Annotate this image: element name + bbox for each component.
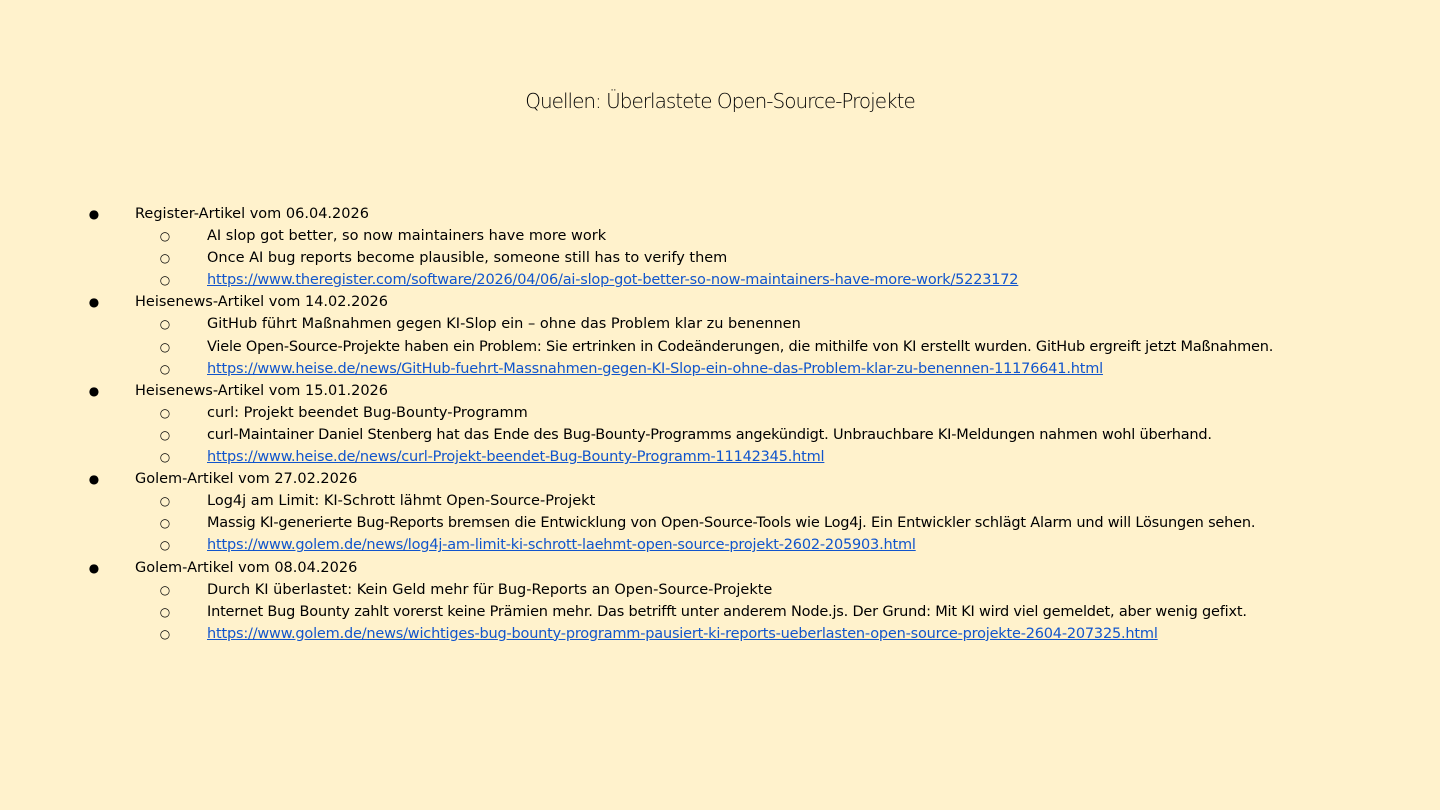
source-summary-row: ○ curl-Maintainer Daniel Stenberg hat da… bbox=[0, 424, 1440, 446]
source-summary-row: ○ Massig KI-generierte Bug-Reports brems… bbox=[0, 512, 1440, 534]
hollow-bullet-icon: ○ bbox=[159, 339, 171, 354]
source-headline: GitHub führt Maßnahmen gegen KI-Slop ein… bbox=[207, 316, 801, 333]
source-heading: Heisenews-Artikel vom 15.01.2026 bbox=[135, 382, 389, 399]
source-headline: AI slop got better, so now maintainers h… bbox=[207, 228, 607, 245]
source-link-row: ○ https://www.theregister.com/software/2… bbox=[0, 269, 1440, 291]
source-details: ○ AI slop got better, so now maintainers… bbox=[0, 225, 1440, 291]
hollow-bullet-icon: ○ bbox=[159, 427, 171, 442]
source-heading-row: ● Heisenews-Artikel vom 15.01.2026 bbox=[0, 380, 1440, 402]
hollow-bullet-icon: ○ bbox=[159, 516, 171, 531]
source-summary: Once AI bug reports become plausible, so… bbox=[207, 250, 728, 267]
source-item: ● Golem-Artikel vom 08.04.2026 ○ Durch K… bbox=[0, 557, 1440, 645]
source-heading: Golem-Artikel vom 27.02.2026 bbox=[135, 471, 358, 488]
filled-bullet-icon: ● bbox=[88, 295, 100, 310]
hollow-bullet-icon: ○ bbox=[159, 626, 171, 641]
source-heading-row: ● Register-Artikel vom 06.04.2026 bbox=[0, 203, 1440, 225]
source-item: ● Register-Artikel vom 06.04.2026 ○ AI s… bbox=[0, 203, 1440, 291]
hollow-bullet-icon: ○ bbox=[159, 604, 171, 619]
source-heading-row: ● Golem-Artikel vom 08.04.2026 bbox=[0, 557, 1440, 579]
source-headline: Log4j am Limit: KI-Schrott lähmt Open-So… bbox=[207, 493, 596, 510]
source-link[interactable]: https://www.heise.de/news/GitHub-fuehrt-… bbox=[207, 358, 1103, 380]
source-link[interactable]: https://www.golem.de/news/log4j-am-limit… bbox=[207, 534, 916, 556]
source-link-row: ○ https://www.heise.de/news/GitHub-fuehr… bbox=[0, 358, 1440, 380]
source-headline-row: ○ Durch KI überlastet: Kein Geld mehr fü… bbox=[0, 579, 1440, 601]
source-headline-row: ○ AI slop got better, so now maintainers… bbox=[0, 225, 1440, 247]
source-details: ○ GitHub führt Maßnahmen gegen KI-Slop e… bbox=[0, 313, 1440, 379]
filled-bullet-icon: ● bbox=[88, 560, 100, 575]
source-link[interactable]: https://www.golem.de/news/wichtiges-bug-… bbox=[207, 623, 1158, 645]
hollow-bullet-icon: ○ bbox=[159, 582, 171, 597]
source-headline: curl: Projekt beendet Bug-Bounty-Program… bbox=[207, 404, 528, 421]
source-headline: Durch KI überlastet: Kein Geld mehr für … bbox=[207, 581, 773, 598]
source-link-row: ○ https://www.heise.de/news/curl-Projekt… bbox=[0, 446, 1440, 468]
source-summary-row: ○ Internet Bug Bounty zahlt vorerst kein… bbox=[0, 601, 1440, 623]
source-summary-row: ○ Once AI bug reports become plausible, … bbox=[0, 247, 1440, 269]
source-heading-row: ● Heisenews-Artikel vom 14.02.2026 bbox=[0, 291, 1440, 313]
hollow-bullet-icon: ○ bbox=[159, 229, 171, 244]
source-summary: curl-Maintainer Daniel Stenberg hat das … bbox=[207, 426, 1212, 443]
source-heading: Register-Artikel vom 06.04.2026 bbox=[135, 206, 369, 222]
source-link-row: ○ https://www.golem.de/news/wichtiges-bu… bbox=[0, 623, 1440, 645]
source-headline-row: ○ GitHub führt Maßnahmen gegen KI-Slop e… bbox=[0, 313, 1440, 335]
filled-bullet-icon: ● bbox=[88, 207, 100, 221]
filled-bullet-icon: ● bbox=[88, 472, 100, 487]
source-summary-row: ○ Viele Open-Source-Projekte haben ein P… bbox=[0, 336, 1440, 358]
hollow-bullet-icon: ○ bbox=[159, 317, 171, 332]
hollow-bullet-icon: ○ bbox=[159, 450, 171, 465]
source-details: ○ curl: Projekt beendet Bug-Bounty-Progr… bbox=[0, 402, 1440, 468]
source-details: ○ Durch KI überlastet: Kein Geld mehr fü… bbox=[0, 579, 1440, 645]
source-heading: Heisenews-Artikel vom 14.02.2026 bbox=[135, 294, 389, 311]
source-item: ● Heisenews-Artikel vom 15.01.2026 ○ cur… bbox=[0, 380, 1440, 468]
filled-bullet-icon: ● bbox=[88, 383, 100, 398]
slide-title: Quellen: Überlastete Open-Source-Projekt… bbox=[525, 89, 916, 113]
source-summary: Viele Open-Source-Projekte haben ein Pro… bbox=[207, 338, 1274, 355]
source-heading: Golem-Artikel vom 08.04.2026 bbox=[135, 559, 358, 576]
hollow-bullet-icon: ○ bbox=[159, 538, 171, 553]
hollow-bullet-icon: ○ bbox=[159, 494, 171, 509]
source-headline-row: ○ Log4j am Limit: KI-Schrott lähmt Open-… bbox=[0, 490, 1440, 512]
source-summary: Massig KI-generierte Bug-Reports bremsen… bbox=[207, 515, 1256, 532]
hollow-bullet-icon: ○ bbox=[159, 361, 171, 376]
source-heading-row: ● Golem-Artikel vom 27.02.2026 bbox=[0, 468, 1440, 490]
source-item: ● Golem-Artikel vom 27.02.2026 ○ Log4j a… bbox=[0, 468, 1440, 556]
source-link[interactable]: https://www.theregister.com/software/202… bbox=[207, 269, 1019, 291]
hollow-bullet-icon: ○ bbox=[159, 273, 171, 288]
source-link-row: ○ https://www.golem.de/news/log4j-am-lim… bbox=[0, 534, 1440, 556]
source-summary: Internet Bug Bounty zahlt vorerst keine … bbox=[207, 603, 1247, 620]
source-details: ○ Log4j am Limit: KI-Schrott lähmt Open-… bbox=[0, 490, 1440, 556]
source-headline-row: ○ curl: Projekt beendet Bug-Bounty-Progr… bbox=[0, 402, 1440, 424]
hollow-bullet-icon: ○ bbox=[159, 405, 171, 420]
source-list: ● Register-Artikel vom 06.04.2026 ○ AI s… bbox=[0, 203, 1440, 645]
source-item: ● Heisenews-Artikel vom 14.02.2026 ○ Git… bbox=[0, 291, 1440, 379]
slide: Quellen: Überlastete Open-Source-Projekt… bbox=[0, 0, 1440, 810]
source-link[interactable]: https://www.heise.de/news/curl-Projekt-b… bbox=[207, 446, 825, 468]
hollow-bullet-icon: ○ bbox=[159, 251, 171, 266]
